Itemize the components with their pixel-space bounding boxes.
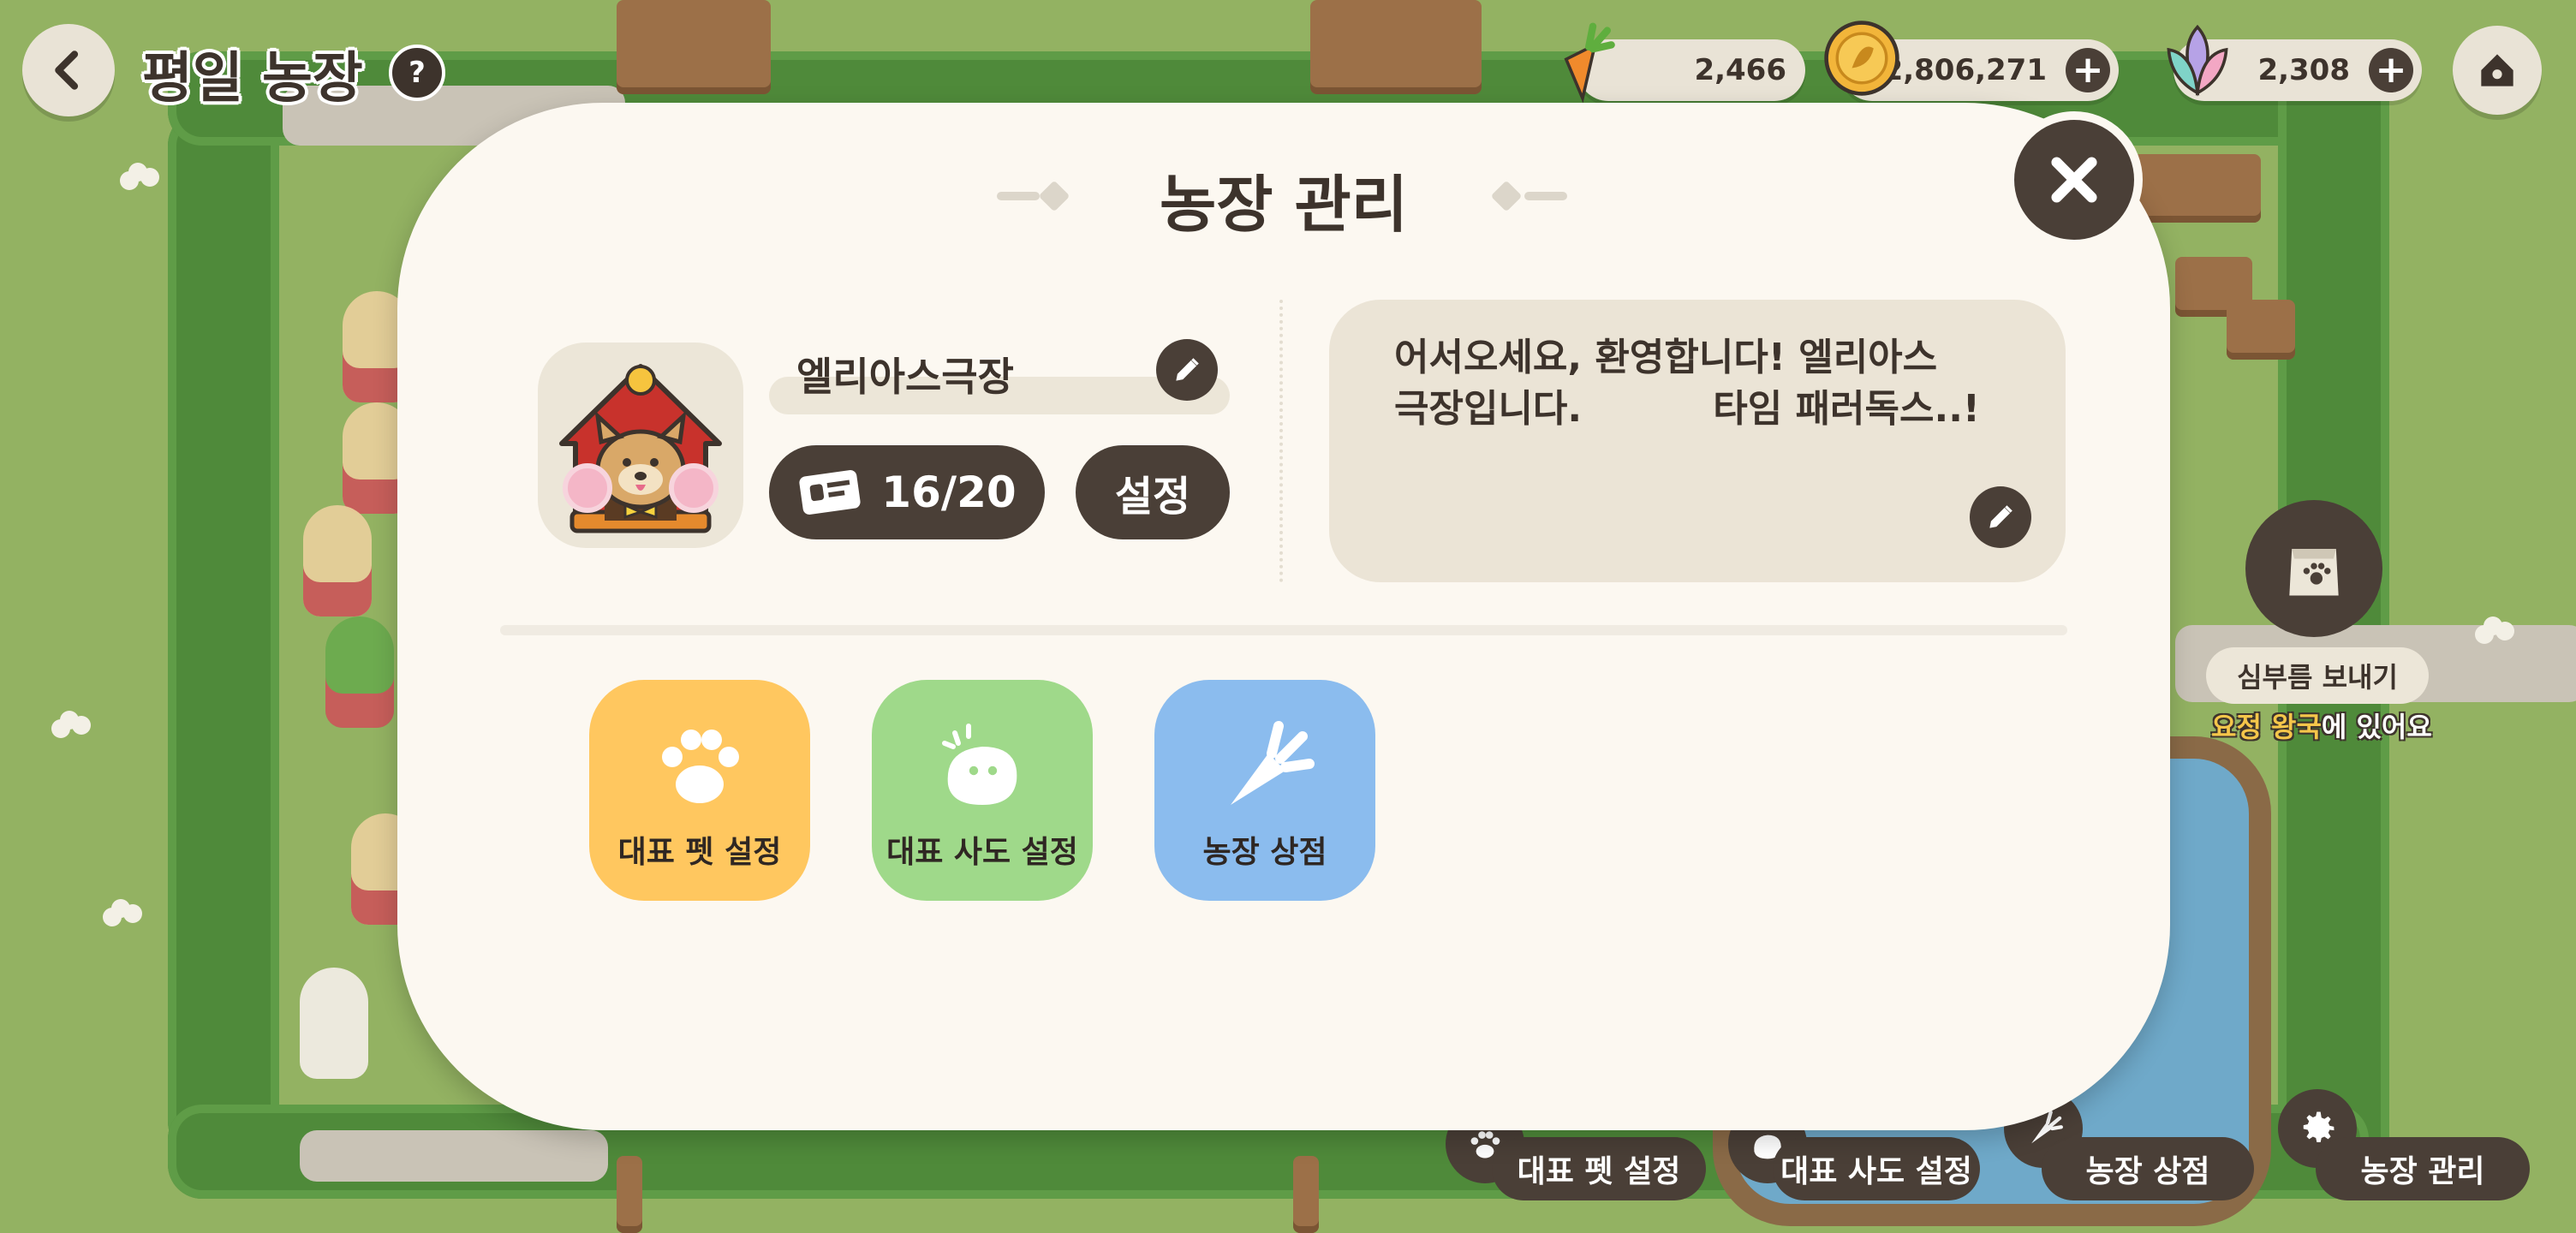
close-button[interactable] bbox=[2006, 111, 2143, 248]
greeting-message: 어서오세요, 환영합니다! 엘리아스 극장입니다. 타임 패러독스..! bbox=[1394, 336, 1980, 431]
modal-title: 농장 관리 bbox=[1159, 169, 1409, 241]
farm-profile-name: 엘리아스극장 bbox=[796, 354, 1014, 400]
horizontal-divider bbox=[500, 625, 2067, 635]
edit-greeting-button[interactable] bbox=[1970, 486, 2031, 548]
pet-setting-tile[interactable]: 대표 펫 설정 bbox=[589, 680, 810, 901]
pencil-icon bbox=[1989, 505, 2012, 528]
id-card-icon bbox=[799, 469, 861, 515]
dog-house-avatar-icon bbox=[559, 364, 722, 533]
apostle-setting-tile[interactable]: 대표 사도 설정 bbox=[872, 680, 1093, 901]
farm-manage-modal: 농장 관리 bbox=[397, 103, 2170, 1130]
apostle-setting-label: 대표 사도 설정 bbox=[886, 835, 1078, 870]
edit-name-button[interactable] bbox=[1156, 339, 1218, 401]
greeting-message-box: 어서오세요, 환영합니다! 엘리아스 극장입니다. 타임 패러독스..! bbox=[1329, 300, 2066, 582]
carrot-icon bbox=[1231, 721, 1315, 805]
blob-icon bbox=[942, 724, 1017, 805]
visitor-count-badge[interactable]: 16/20 bbox=[769, 445, 1045, 539]
pet-setting-label: 대표 펫 설정 bbox=[617, 835, 782, 870]
visitor-count: 16/20 bbox=[881, 468, 1017, 517]
farm-shop-tile[interactable]: 농장 상점 bbox=[1154, 680, 1375, 901]
farm-shop-label: 농장 상점 bbox=[1202, 835, 1327, 870]
profile-settings-button[interactable]: 설정 bbox=[1076, 445, 1230, 539]
paw-icon bbox=[662, 730, 739, 803]
pencil-icon bbox=[1176, 358, 1199, 381]
close-icon bbox=[2051, 157, 2097, 203]
farm-profile-avatar[interactable] bbox=[538, 342, 743, 548]
vertical-divider bbox=[1279, 300, 1283, 582]
